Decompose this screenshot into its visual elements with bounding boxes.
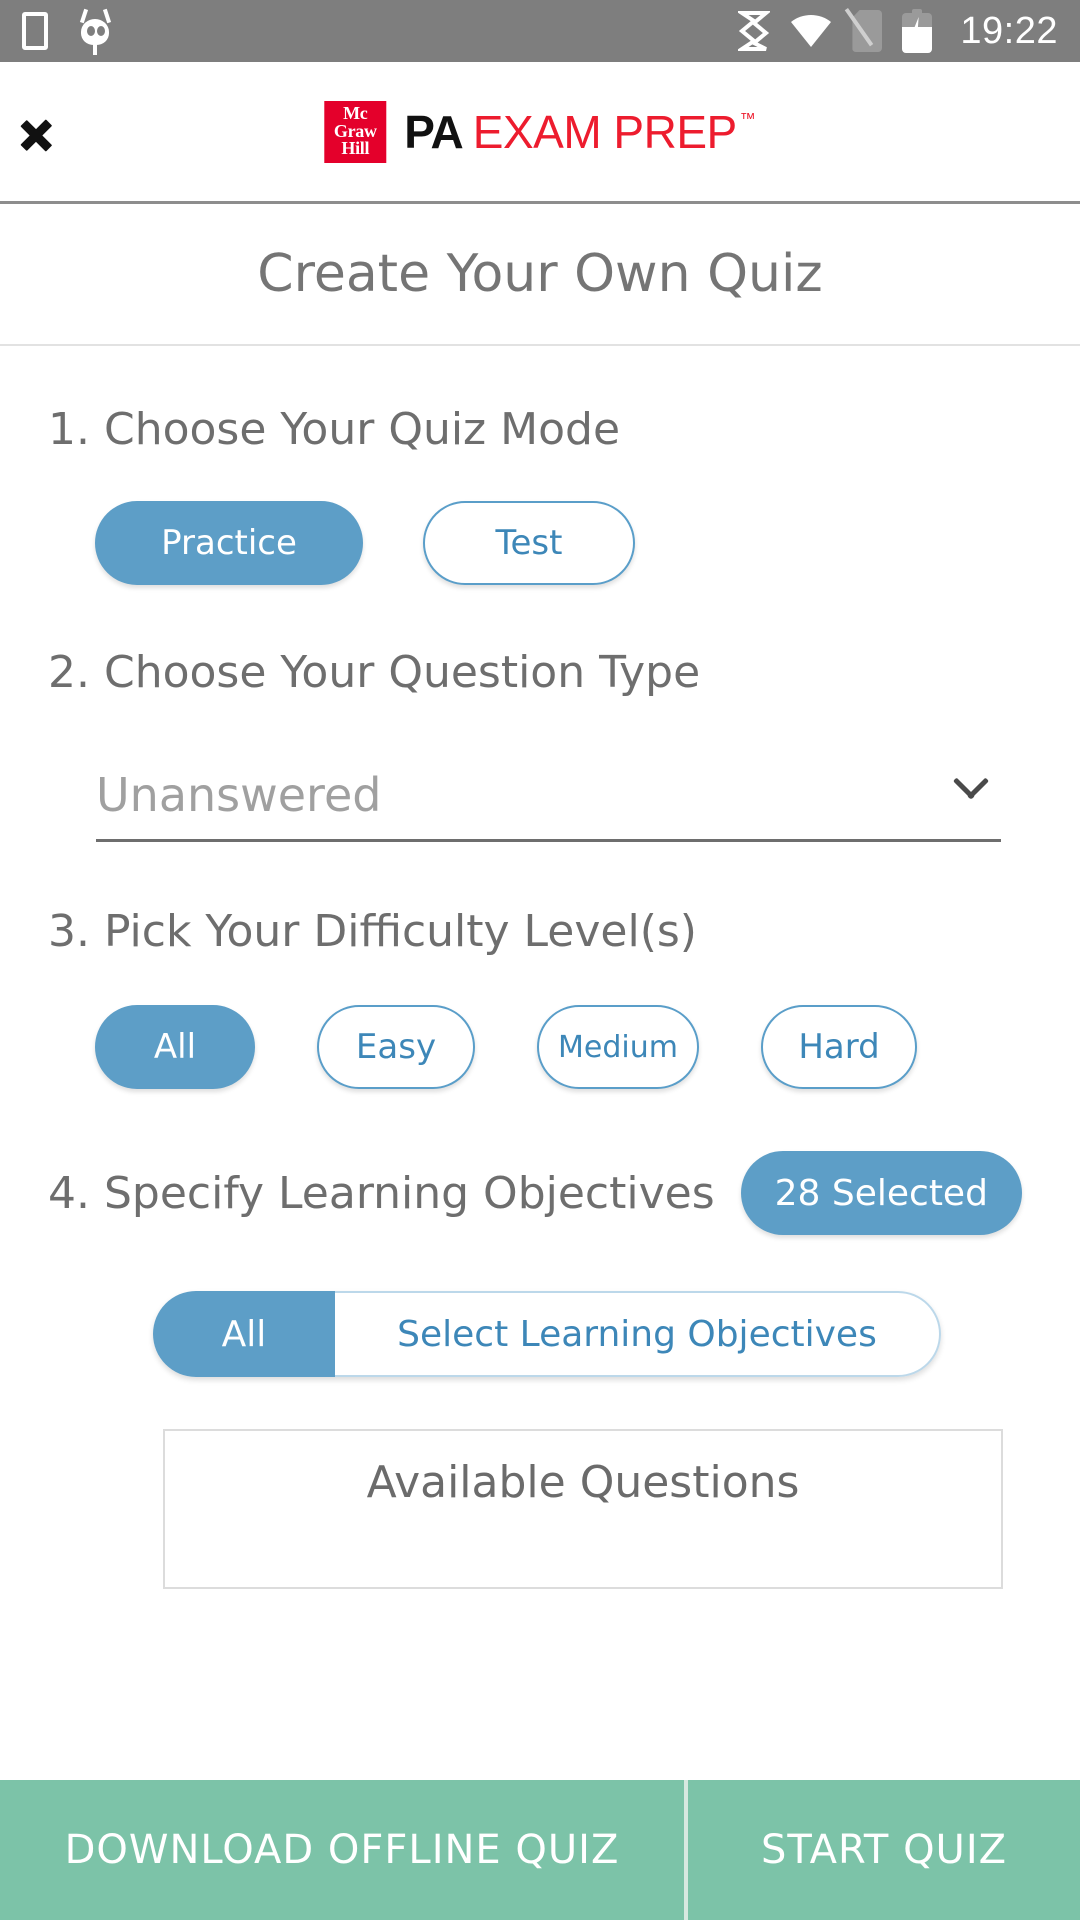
bottom-action-bar: DOWNLOAD OFFLINE QUIZ START QUIZ — [0, 1780, 1080, 1920]
difficulty-options: All Easy Medium Hard — [48, 1005, 1032, 1089]
selected-objectives-badge[interactable]: 28 Selected — [740, 1151, 1022, 1235]
chevron-left-icon — [43, 104, 77, 160]
objectives-all-segment[interactable]: All — [153, 1291, 335, 1377]
start-quiz-button[interactable]: START QUIZ — [684, 1780, 1080, 1920]
quiz-mode-practice-label: Practice — [161, 523, 297, 563]
quiz-builder-form: 1. Choose Your Quiz Mode Practice Test 2… — [0, 346, 1080, 1780]
difficulty-easy-label: Easy — [355, 1027, 437, 1067]
status-bar: 19:22 — [0, 0, 1080, 62]
difficulty-hard-button[interactable]: Hard — [761, 1005, 917, 1089]
difficulty-medium-label: Medium — [558, 1029, 678, 1065]
app-bar: Mc Graw Hill PA EXAM PREP ™ — [0, 62, 1080, 204]
quiz-mode-options: Practice Test — [48, 501, 1032, 585]
page-title: Create Your Own Quiz — [257, 244, 823, 304]
status-bar-right: 19:22 — [738, 8, 1058, 53]
wifi-icon — [791, 14, 832, 48]
objectives-all-label: All — [221, 1313, 267, 1355]
section-title-question-type: 2. Choose Your Question Type — [48, 647, 701, 698]
back-button[interactable] — [0, 62, 120, 201]
quiz-mode-test-button[interactable]: Test — [423, 501, 635, 585]
difficulty-all-label: All — [153, 1027, 197, 1067]
download-offline-quiz-button[interactable]: DOWNLOAD OFFLINE QUIZ — [0, 1780, 684, 1920]
section-header-learning-objectives: 4. Specify Learning Objectives 28 Select… — [48, 1151, 1032, 1235]
available-questions-title: Available Questions — [366, 1457, 800, 1508]
difficulty-hard-label: Hard — [798, 1027, 880, 1067]
no-sim-icon — [845, 8, 883, 52]
start-quiz-label: START QUIZ — [760, 1827, 1008, 1873]
difficulty-all-button[interactable]: All — [95, 1005, 255, 1089]
download-offline-quiz-label: DOWNLOAD OFFLINE QUIZ — [64, 1827, 620, 1873]
sync-icon — [738, 11, 771, 51]
available-questions-panel: Available Questions — [163, 1429, 1003, 1589]
battery-charging-icon — [902, 9, 933, 53]
mcgraw-hill-logo-mark: Mc Graw Hill — [324, 100, 387, 163]
difficulty-easy-button[interactable]: Easy — [317, 1005, 475, 1089]
chevron-down-icon — [951, 778, 985, 812]
section-title-learning-objectives: 4. Specify Learning Objectives — [48, 1167, 715, 1219]
section-title-quiz-mode: 1. Choose Your Quiz Mode — [48, 404, 621, 455]
learning-objectives-segmented-control: All Select Learning Objectives — [153, 1291, 941, 1377]
status-bar-clock: 19:22 — [960, 9, 1058, 52]
difficulty-medium-button[interactable]: Medium — [537, 1005, 699, 1089]
cyanogenmod-icon — [74, 8, 116, 55]
app-logo-wordmark: PA EXAM PREP ™ — [404, 105, 755, 159]
logo-pa-text: PA — [404, 105, 463, 158]
logo-line-3: Hill — [341, 138, 370, 159]
question-type-select[interactable]: Unanswered — [96, 750, 1001, 842]
trademark-symbol: ™ — [739, 110, 756, 128]
app-logo: Mc Graw Hill PA EXAM PREP ™ — [324, 100, 756, 163]
logo-exam-prep-text: EXAM PREP — [472, 105, 737, 158]
screenshot-icon — [22, 12, 48, 50]
page-title-bar: Create Your Own Quiz — [0, 204, 1080, 346]
question-type-value: Unanswered — [96, 767, 382, 822]
section-title-difficulty: 3. Pick Your Difficulty Level(s) — [48, 906, 697, 957]
quiz-mode-test-label: Test — [495, 523, 563, 563]
objectives-select-label: Select Learning Objectives — [397, 1313, 877, 1355]
status-bar-left — [22, 8, 116, 55]
objectives-select-segment[interactable]: Select Learning Objectives — [335, 1291, 941, 1377]
quiz-mode-practice-button[interactable]: Practice — [95, 501, 363, 585]
